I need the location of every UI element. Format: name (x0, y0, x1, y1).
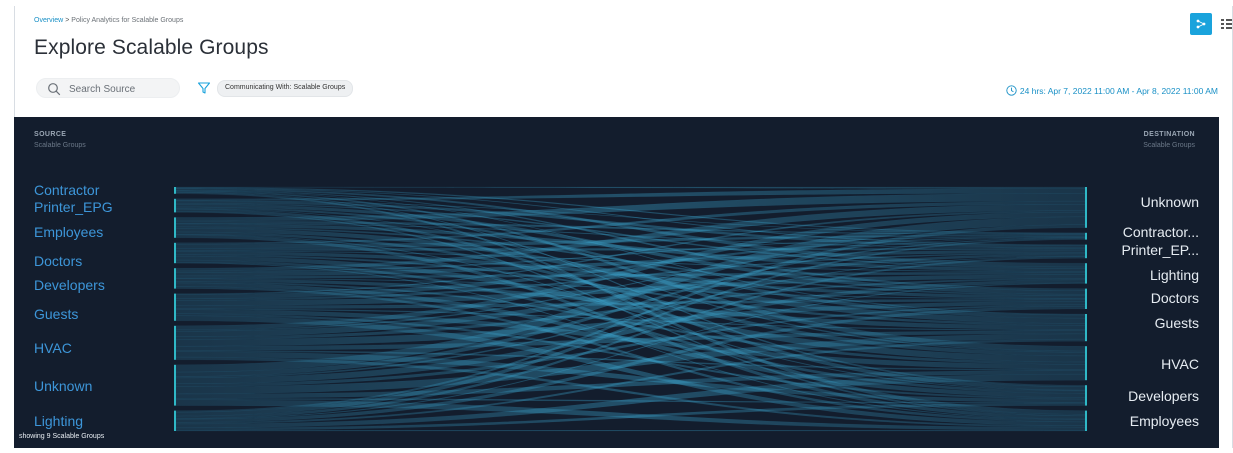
destination-node-label[interactable]: Developers (1128, 388, 1199, 404)
source-node-bar[interactable] (174, 325, 176, 360)
time-range-text: 24 hrs: Apr 7, 2022 11:00 AM - Apr 8, 20… (1019, 85, 1218, 96)
destination-node-label[interactable]: Lighting (1150, 267, 1199, 283)
destination-node-label[interactable]: Doctors (1151, 290, 1199, 306)
destination-node-bar[interactable] (1085, 187, 1087, 228)
source-node-label[interactable]: Lighting (34, 413, 83, 429)
breadcrumb-current: Policy Analytics for Scalable Groups (71, 17, 184, 24)
source-node-bar[interactable] (174, 364, 176, 406)
flow-link[interactable] (175, 248, 1086, 251)
source-node-bar[interactable] (174, 217, 176, 238)
source-node-label[interactable]: Printer_EPG (34, 199, 113, 215)
source-node-label[interactable]: Doctors (34, 253, 82, 269)
destination-node-bar[interactable] (1085, 385, 1087, 406)
source-node-label[interactable]: Developers (34, 277, 105, 293)
time-range[interactable]: 24 hrs: Apr 7, 2022 11:00 AM - Apr 8, 20… (1006, 85, 1218, 96)
source-heading: SOURCE (34, 131, 67, 138)
destination-node-bar[interactable] (1085, 232, 1087, 240)
clock-icon (1006, 85, 1017, 96)
source-node-bar[interactable] (174, 198, 176, 213)
sankey-panel: SOURCE Scalable Groups DESTINATION Scala… (14, 117, 1219, 448)
search-input[interactable] (67, 81, 179, 98)
table-view-icon[interactable] (1220, 17, 1233, 31)
destination-node-bar[interactable] (1085, 244, 1087, 259)
destination-node-label[interactable]: HVAC (1161, 356, 1199, 372)
page-title: Explore Scalable Groups (34, 36, 269, 59)
source-node-label[interactable]: Contractor (34, 182, 99, 198)
source-node-label[interactable]: Unknown (34, 378, 92, 394)
showing-count: showing 9 Scalable Groups (19, 433, 105, 440)
destination-node-bar[interactable] (1085, 263, 1087, 284)
source-node-bar[interactable] (174, 293, 176, 321)
source-node-bar[interactable] (174, 242, 176, 264)
source-node-label[interactable]: Guests (34, 306, 78, 322)
destination-node-label[interactable]: Unknown (1141, 194, 1199, 210)
graph-view-icon (1196, 19, 1206, 29)
breadcrumb-separator: > (65, 17, 70, 24)
destination-subheading: Scalable Groups (1143, 142, 1195, 149)
destination-node-label[interactable]: Employees (1130, 413, 1199, 429)
flow-link[interactable] (175, 430, 1086, 432)
destination-node-bar[interactable] (1085, 288, 1087, 309)
source-node-bar[interactable] (174, 410, 176, 431)
destination-heading: DESTINATION (1143, 131, 1195, 138)
source-subheading: Scalable Groups (34, 142, 86, 149)
destination-node-label[interactable]: Printer_EP... (1121, 242, 1199, 258)
destination-node-bar[interactable] (1085, 346, 1087, 381)
destination-node-label[interactable]: Guests (1155, 315, 1199, 331)
destination-node-bar[interactable] (1085, 410, 1087, 431)
sankey-flow-diagram (174, 186, 1087, 432)
search-box[interactable] (36, 78, 180, 98)
destination-node-bar[interactable] (1085, 314, 1087, 342)
filter-icon[interactable] (197, 81, 211, 95)
graph-view-button[interactable] (1190, 13, 1212, 35)
source-node-bar[interactable] (174, 268, 176, 289)
breadcrumb: Overview > Policy Analytics for Scalable G… (34, 17, 183, 24)
source-node-label[interactable]: HVAC (34, 340, 72, 356)
filter-chip[interactable]: Communicating With: Scalable Groups (217, 80, 354, 97)
flow-link[interactable] (175, 186, 1086, 189)
source-node-bar[interactable] (174, 187, 176, 194)
search-icon (48, 83, 61, 96)
destination-node-label[interactable]: Contractor... (1123, 224, 1199, 240)
source-node-label[interactable]: Employees (34, 224, 103, 240)
breadcrumb-link-overview[interactable]: Overview (34, 17, 63, 24)
